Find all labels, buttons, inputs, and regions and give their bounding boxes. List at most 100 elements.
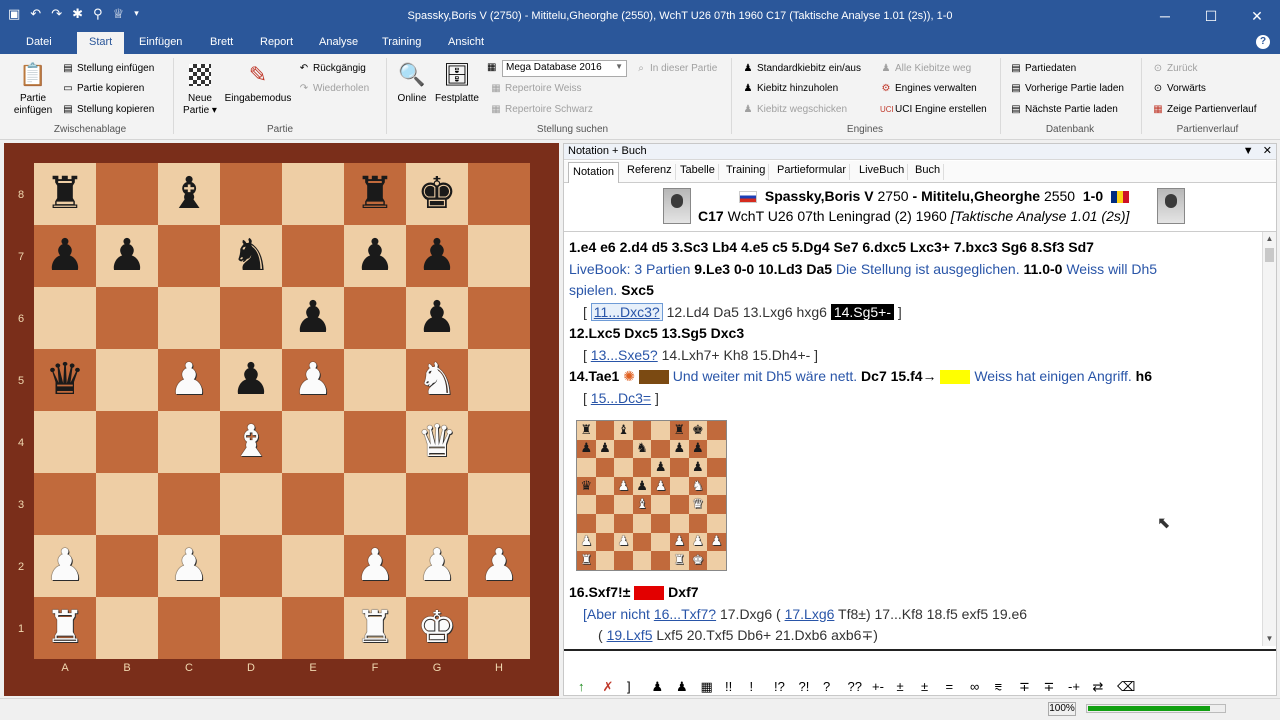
tab-brett[interactable]: Brett — [210, 36, 233, 48]
annotation-button[interactable]: +- — [872, 679, 884, 694]
forward-button[interactable]: ⊙ Vorwärts — [1152, 83, 1206, 94]
square-b2[interactable] — [96, 535, 158, 597]
white-pawn-icon[interactable]: ♟ — [293, 358, 332, 402]
standard-kibitzer-toggle[interactable]: ♟ Standardkiebitz ein/aus — [742, 63, 861, 74]
tab-notation[interactable]: Notation — [568, 162, 619, 183]
scroll-thumb[interactable] — [1265, 248, 1274, 262]
square-b8[interactable] — [96, 163, 158, 225]
square-h7[interactable] — [468, 225, 530, 287]
black-knight-icon[interactable]: ♞ — [231, 234, 270, 278]
black-pawn-icon[interactable]: ♟ — [293, 296, 332, 340]
tab-start[interactable]: Start — [77, 32, 125, 54]
notation-scrollbar[interactable]: ▲ ▼ — [1262, 232, 1276, 646]
square-f4[interactable] — [344, 411, 406, 473]
white-knight-icon[interactable]: ♞ — [417, 358, 456, 402]
annotation-button[interactable]: ∞ — [970, 679, 979, 694]
database-select[interactable]: Mega Database 2016 ▼ — [502, 60, 627, 77]
square-g4[interactable]: ♛ — [406, 411, 468, 473]
repertoire-white-button[interactable]: ▦ Repertoire Weiss — [490, 83, 581, 94]
tab-report[interactable]: Report — [260, 36, 293, 48]
black-pawn-icon[interactable]: ♟ — [417, 234, 456, 278]
scroll-down-icon[interactable]: ▼ — [1263, 632, 1276, 646]
black-pawn-icon[interactable]: ♟ — [355, 234, 394, 278]
square-f6[interactable] — [344, 287, 406, 349]
square-a1[interactable]: ♜ — [34, 597, 96, 659]
square-d4[interactable]: ♝ — [220, 411, 282, 473]
square-g2[interactable]: ♟ — [406, 535, 468, 597]
square-h6[interactable] — [468, 287, 530, 349]
annotation-button[interactable]: ∓ — [1044, 679, 1055, 695]
in-this-game-button[interactable]: ⌕ In dieser Partie — [635, 63, 717, 74]
zoom-level[interactable]: 100% — [1048, 702, 1076, 716]
annotation-button[interactable]: ± — [921, 679, 928, 694]
scroll-up-icon[interactable]: ▲ — [1263, 232, 1276, 246]
square-f2[interactable]: ♟ — [344, 535, 406, 597]
tab-ansicht[interactable]: Ansicht — [448, 36, 484, 48]
square-d7[interactable]: ♞ — [220, 225, 282, 287]
annotation-button[interactable]: ? — [823, 679, 830, 694]
black-player-name[interactable]: Mititelu,Gheorghe — [921, 188, 1040, 204]
annotation-button[interactable]: ⩳ — [995, 679, 1003, 695]
undo-button[interactable]: ↶ Rückgängig — [298, 63, 366, 74]
black-bishop-icon[interactable]: ♝ — [169, 172, 208, 216]
square-c8[interactable]: ♝ — [158, 163, 220, 225]
square-c3[interactable] — [158, 473, 220, 535]
black-pawn-icon[interactable]: ♟ — [45, 234, 84, 278]
annotation-button[interactable]: ] — [627, 679, 631, 694]
square-a3[interactable] — [34, 473, 96, 535]
square-b3[interactable] — [96, 473, 158, 535]
square-c2[interactable]: ♟ — [158, 535, 220, 597]
repertoire-black-button[interactable]: ▦ Repertoire Schwarz — [490, 104, 593, 115]
square-b7[interactable]: ♟ — [96, 225, 158, 287]
annotation-button[interactable]: ▦ — [701, 679, 713, 695]
white-player-name[interactable]: Spassky,Boris V — [765, 188, 874, 204]
black-rook-icon[interactable]: ♜ — [355, 172, 394, 216]
square-f3[interactable] — [344, 473, 406, 535]
square-a7[interactable]: ♟ — [34, 225, 96, 287]
white-rook-icon[interactable]: ♜ — [355, 606, 394, 650]
black-pawn-icon[interactable]: ♟ — [231, 358, 270, 402]
game-data-button[interactable]: ▤ Partiedaten — [1010, 63, 1076, 74]
panel-menu-icon[interactable]: ▼ — [1243, 145, 1254, 157]
square-h4[interactable] — [468, 411, 530, 473]
maximize-button[interactable]: ☐ — [1188, 0, 1234, 32]
white-pawn-icon[interactable]: ♟ — [169, 544, 208, 588]
annotation-button[interactable]: ✗ — [603, 679, 614, 695]
white-pawn-icon[interactable]: ♟ — [355, 544, 394, 588]
new-game-button[interactable]: Neue Partie ▾ — [180, 60, 220, 117]
square-d8[interactable] — [220, 163, 282, 225]
square-f7[interactable]: ♟ — [344, 225, 406, 287]
white-pawn-icon[interactable]: ♟ — [417, 544, 456, 588]
online-search-button[interactable]: 🔍 Online — [394, 60, 430, 105]
square-d3[interactable] — [220, 473, 282, 535]
save-icon[interactable]: ▣ — [8, 6, 20, 22]
create-uci-engine-button[interactable]: UCIUCI Engine erstellen — [880, 104, 987, 115]
remove-kibitzer-button[interactable]: ♟ Kiebitz wegschicken — [742, 104, 848, 115]
annotation-button[interactable]: ↑ — [578, 679, 585, 694]
tab-einfuegen[interactable]: Einfügen — [139, 36, 182, 48]
square-a5[interactable]: ♛ — [34, 349, 96, 411]
black-pawn-icon[interactable]: ♟ — [107, 234, 146, 278]
minimize-button[interactable]: ─ — [1142, 0, 1188, 32]
next-game-button[interactable]: ▤ Nächste Partie laden — [1010, 104, 1118, 115]
white-pawn-icon[interactable]: ♟ — [45, 544, 84, 588]
square-e2[interactable] — [282, 535, 344, 597]
tab-referenz[interactable]: Referenz — [624, 164, 676, 180]
manage-engines-button[interactable]: ⚙ Engines verwalten — [880, 83, 977, 94]
file-menu[interactable]: Datei — [26, 36, 52, 48]
square-e7[interactable] — [282, 225, 344, 287]
tab-buch[interactable]: Buch — [912, 164, 945, 180]
wand-icon[interactable]: ⚲ — [93, 6, 103, 22]
tab-training[interactable]: Training — [382, 36, 421, 48]
black-pawn-icon[interactable]: ♟ — [417, 296, 456, 340]
chevron-down-icon[interactable]: ▾ — [134, 6, 139, 22]
panel-close-icon[interactable]: ✕ — [1263, 145, 1272, 157]
tab-training[interactable]: Training — [723, 164, 770, 180]
square-d5[interactable]: ♟ — [220, 349, 282, 411]
square-g6[interactable]: ♟ — [406, 287, 468, 349]
add-kibitzer-button[interactable]: ♟ Kiebitz hinzuholen — [742, 83, 839, 94]
square-g3[interactable] — [406, 473, 468, 535]
copy-position-button[interactable]: ▤ Stellung kopieren — [62, 104, 154, 115]
square-b1[interactable] — [96, 597, 158, 659]
square-g5[interactable]: ♞ — [406, 349, 468, 411]
